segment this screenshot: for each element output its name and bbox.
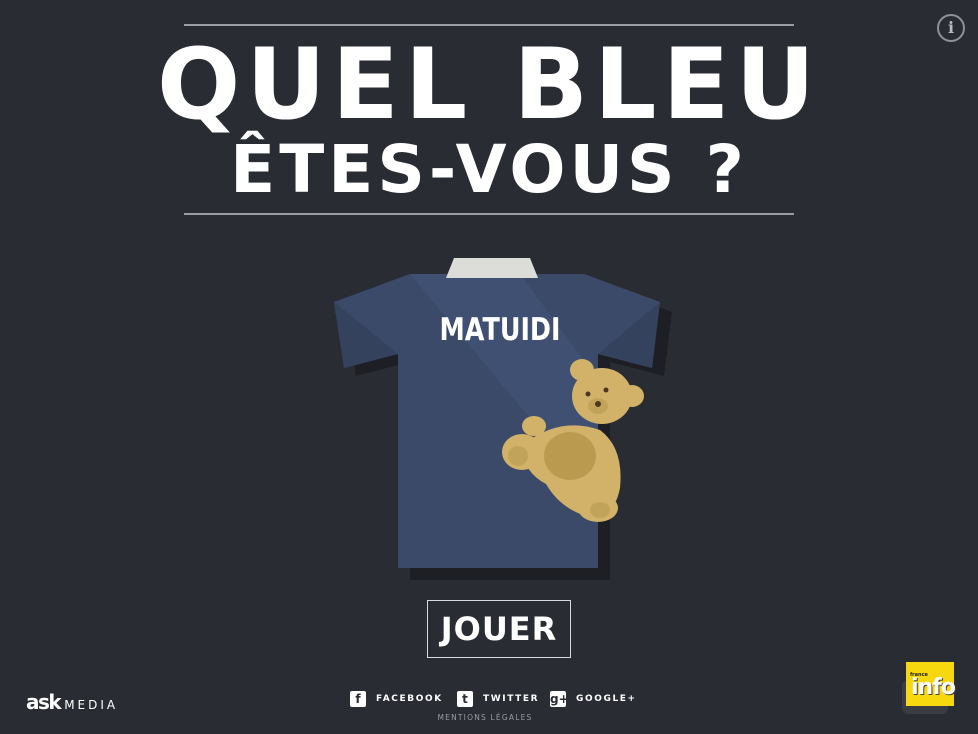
facebook-label: FACEBOOK xyxy=(376,694,443,704)
jersey-collar xyxy=(446,258,538,278)
ask-media-logo[interactable]: ask MEDIA xyxy=(26,690,119,714)
title-line-1: QUEL BLEU xyxy=(156,28,822,142)
info-button[interactable]: i xyxy=(937,14,965,42)
ask-logo-text: ask xyxy=(26,690,62,714)
title-line-2: ÊTES-VOUS ? xyxy=(230,131,748,208)
twitter-icon: t xyxy=(457,691,473,707)
twitter-label: TWITTER xyxy=(483,694,540,704)
google-plus-label: GOOGLE+ xyxy=(576,694,637,704)
google-plus-icon: g+ xyxy=(550,691,569,707)
info-icon: i xyxy=(947,18,955,37)
jersey-player-name: MATUIDI xyxy=(439,312,561,348)
jersey-illustration: MATUIDI xyxy=(320,250,680,590)
legal-mentions-link[interactable]: MENTIONS LÉGALES xyxy=(385,713,585,722)
franceinfo-logo[interactable]: france info xyxy=(906,662,956,706)
media-logo-text: MEDIA xyxy=(64,698,119,712)
jersey-graphic xyxy=(334,258,672,580)
facebook-share-link[interactable]: f FACEBOOK xyxy=(350,690,443,708)
home-screen: QUEL BLEU ÊTES-VOUS ? i MATUIDI JOUER as… xyxy=(0,0,978,734)
twitter-share-link[interactable]: t TWITTER xyxy=(457,690,539,708)
title-bottom-divider xyxy=(184,213,794,215)
play-button[interactable]: JOUER xyxy=(427,600,571,658)
facebook-icon: f xyxy=(350,691,366,707)
franceinfo-logo-big-text: info xyxy=(911,675,956,700)
google-plus-share-link[interactable]: g+ GOOGLE+ xyxy=(550,690,637,708)
